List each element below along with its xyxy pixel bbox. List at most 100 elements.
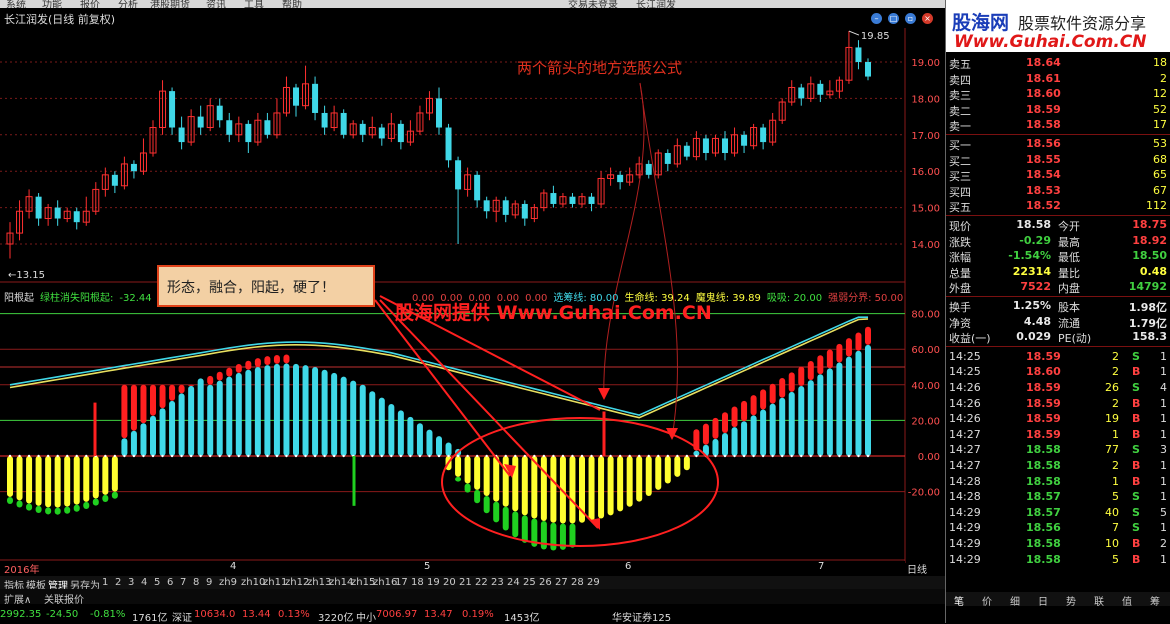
candle-body [35, 196, 42, 219]
indicator-tab[interactable]: 28 [571, 577, 584, 588]
indicator-tab[interactable]: 6 [167, 577, 173, 588]
indicator-tab[interactable]: 3 [128, 577, 134, 588]
candle-body [436, 98, 442, 128]
panel-tab[interactable]: 笔 [954, 593, 964, 608]
indicator-bar-positive [445, 442, 452, 456]
indicator-bar-red [712, 417, 719, 439]
indicator-bar-positive [369, 391, 376, 456]
candle-body [73, 211, 80, 223]
indicator-bar-negative [683, 456, 690, 471]
panel-tab[interactable]: 势 [1066, 593, 1076, 608]
indicator-tab[interactable]: zh9 [219, 577, 237, 588]
trade-login-status[interactable]: 交易未登录 [568, 0, 618, 8]
zero-dot [199, 454, 202, 458]
indicator-tab[interactable]: 8 [193, 577, 199, 588]
indicator-tab[interactable]: 5 [154, 577, 160, 588]
indicator-tab[interactable]: zh15 [351, 577, 375, 588]
candle-body [817, 83, 824, 95]
maximize-icon[interactable]: □ [888, 13, 899, 24]
indicator-bar-red [159, 384, 166, 409]
period-label[interactable]: 日线 [907, 561, 927, 576]
related-quote-button[interactable]: 关联报价 [44, 591, 84, 606]
menu-system[interactable]: 系统 [6, 0, 26, 8]
indicator-bar-positive [722, 433, 728, 456]
indicator-tab[interactable]: 29 [587, 577, 600, 588]
indicator-tab[interactable]: 26 [539, 577, 552, 588]
zero-dot [609, 454, 612, 458]
panel-tab[interactable]: 联 [1094, 593, 1104, 608]
tick-row: 14:27 18.59 1 B 1 [946, 427, 1170, 443]
panel-tab[interactable]: 值 [1122, 593, 1132, 608]
indicator-tab[interactable]: 20 [443, 577, 456, 588]
indicator-bar-red [750, 395, 757, 416]
ask-row: 卖四 18.61 2 [946, 71, 1170, 87]
sz-label: 深证 [172, 613, 192, 624]
indicator-tab[interactable]: 24 [507, 577, 520, 588]
indicator-tab[interactable]: zh13 [307, 577, 331, 588]
indicator-tab[interactable]: 25 [523, 577, 536, 588]
menu-help[interactable]: 帮助 [282, 0, 302, 8]
indicator-name[interactable]: 阳根起 [4, 293, 34, 304]
indicator-tab[interactable]: 2 [115, 577, 121, 588]
candle-body [521, 203, 528, 219]
indicator-tab[interactable]: zh12 [285, 577, 309, 588]
indicator-tab[interactable]: zh14 [329, 577, 353, 588]
indicator-bar-red [836, 343, 843, 363]
menu-tools[interactable]: 工具 [244, 0, 264, 8]
tick-time: 14:29 [949, 552, 981, 566]
indicator-tab[interactable]: 21 [459, 577, 472, 588]
menu-news[interactable]: 资讯 [206, 0, 226, 8]
indicator-tab[interactable]: 23 [491, 577, 504, 588]
zero-dot [618, 454, 622, 458]
indicator-bar-green [35, 505, 42, 514]
candle-body [722, 138, 728, 153]
tick-volume: 1 [1112, 474, 1119, 488]
expand-button[interactable]: 扩展∧ [4, 591, 31, 606]
indicator-tab[interactable]: 17 [395, 577, 408, 588]
indicator-tab[interactable]: 7 [180, 577, 186, 588]
indicator-bar-red [254, 358, 261, 368]
panel-tab[interactable]: 筹 [1150, 593, 1160, 608]
panel-tab[interactable]: 日 [1038, 593, 1048, 608]
menu-hk-futures[interactable]: 港股期货 [150, 0, 190, 8]
panel-tab[interactable]: 细 [1010, 593, 1020, 608]
restore-icon[interactable]: ▫ [905, 13, 916, 24]
bid-volume: 53 [1153, 137, 1167, 150]
indicator-tab[interactable]: 19 [427, 577, 440, 588]
zero-dot [46, 454, 50, 458]
indicator-tab[interactable]: 22 [475, 577, 488, 588]
logo-url: Www.Guhai.Com.CN [954, 32, 1147, 52]
ask-price: 18.64 [1026, 56, 1061, 69]
zero-dot [323, 454, 326, 458]
price-axis-label: 14.00 [911, 240, 940, 251]
quote-row: 涨跌 -0.29 最高 18.92 [946, 233, 1170, 249]
panel-tab[interactable]: 价 [982, 593, 992, 608]
minimize-icon[interactable]: – [871, 13, 882, 24]
indicator-tab[interactable]: 4 [141, 577, 147, 588]
indicator-bar-red [760, 389, 767, 410]
indicator-tab[interactable]: zh16 [373, 577, 397, 588]
menu-analysis[interactable]: 分析 [118, 0, 138, 8]
zero-dot [685, 454, 689, 458]
indicator-tab[interactable]: zh10 [241, 577, 265, 588]
quote-value: 4.48 [1023, 314, 1051, 328]
indicator-tab[interactable]: 9 [206, 577, 212, 588]
indicator-tab[interactable]: zh11 [263, 577, 287, 588]
bid-price: 18.55 [1026, 152, 1061, 166]
menu-quote[interactable]: 报价 [80, 0, 100, 8]
zero-dot [409, 454, 412, 458]
indicator-xuanchou: 选筹线: 80.00 [553, 293, 619, 304]
indicator-tab[interactable]: 18 [411, 577, 424, 588]
menu-function[interactable]: 功能 [42, 0, 62, 8]
close-icon[interactable]: × [922, 13, 933, 24]
indicator-tab[interactable]: 1 [102, 577, 108, 588]
tick-side: B [1132, 396, 1141, 410]
indicator-bar-positive [865, 344, 871, 456]
indicator-tab[interactable]: 27 [555, 577, 568, 588]
ask-volume: 18 [1153, 56, 1167, 69]
indicator-bar-positive [293, 363, 299, 456]
indicator-bar-positive [254, 367, 261, 456]
indicator-bar-red [817, 355, 824, 375]
indicator-bar-green [502, 506, 509, 531]
tick-row: 14:29 18.56 7 S 1 [946, 520, 1170, 536]
